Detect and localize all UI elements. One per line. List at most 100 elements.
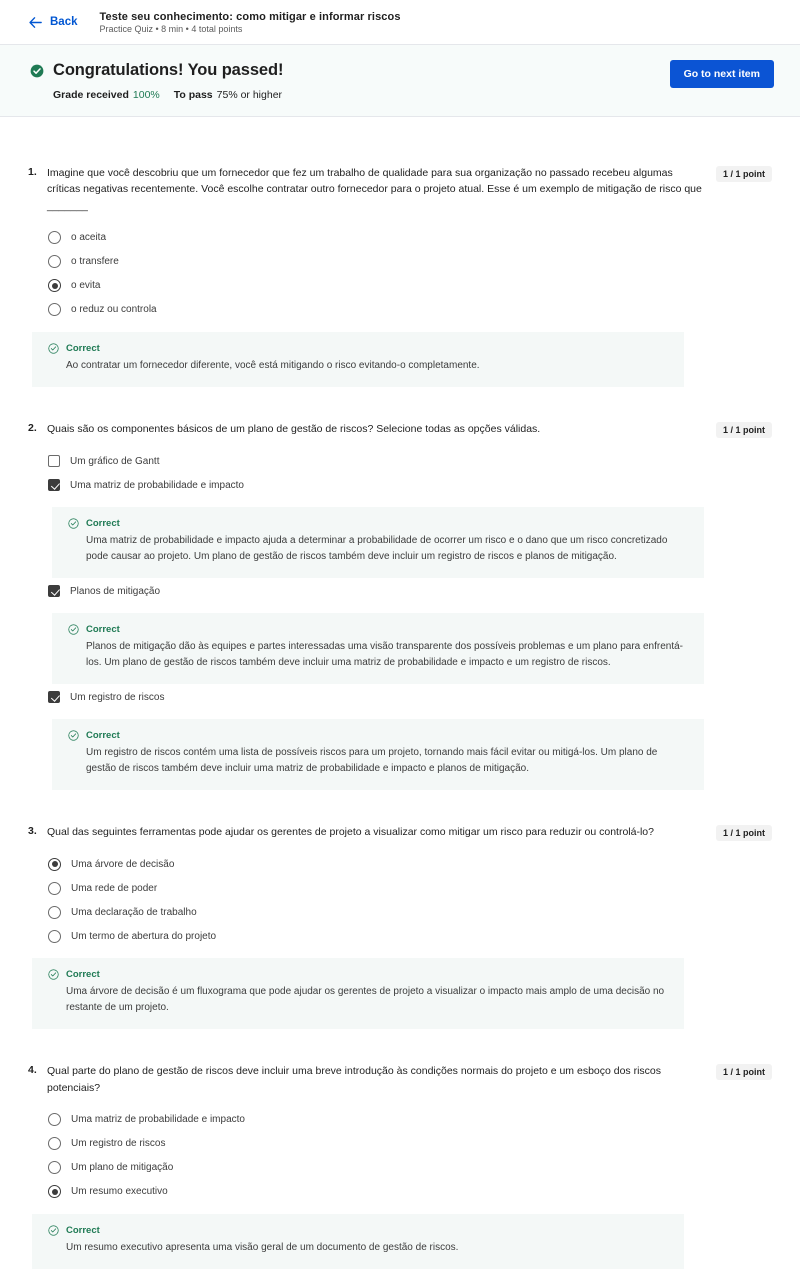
answer-option-label: Um resumo executivo (71, 1186, 168, 1198)
question-number: 1. (28, 166, 37, 178)
radio-button[interactable] (48, 881, 61, 895)
question-text: Imagine que você descobriu que um fornec… (47, 167, 702, 212)
answer-option[interactable]: Um gráfico de Gantt (48, 450, 772, 472)
feedback-title: Correct (86, 518, 120, 530)
feedback-title: Correct (66, 969, 100, 981)
checkbox[interactable] (48, 479, 60, 492)
answer-option-label: Um termo de abertura do projeto (71, 930, 217, 942)
correct-check-circle-icon (48, 969, 59, 980)
answer-option[interactable]: Um termo de abertura do projeto (48, 925, 772, 947)
answer-option[interactable]: Um resumo executivo (48, 1181, 772, 1203)
radio-button[interactable] (48, 929, 61, 943)
answer-option[interactable]: o evita (48, 275, 772, 297)
answer-option[interactable]: Uma matriz de probabilidade e impacto (48, 474, 772, 496)
radio-button[interactable] (48, 303, 61, 317)
radio-button[interactable] (48, 905, 61, 919)
answer-option-label: Uma matriz de probabilidade e impacto (70, 479, 244, 491)
answer-option-label: Planos de mitigação (70, 585, 161, 597)
answer-option[interactable]: o reduz ou controla (48, 299, 772, 321)
checkbox[interactable] (48, 691, 60, 704)
feedback-box: Correct Um resumo executivo apresenta uma… (32, 1213, 684, 1269)
answer-option[interactable]: Um plano de mitigação (48, 1157, 772, 1179)
radio-button[interactable] (48, 279, 61, 293)
correct-check-circle-icon (68, 730, 79, 741)
result-headline-row: Congratulations! You passed! (30, 61, 283, 80)
success-check-circle-icon (30, 64, 44, 77)
option-block: o evita (48, 275, 772, 297)
feedback-title: Correct (66, 342, 100, 354)
radio-button[interactable] (48, 231, 61, 245)
quiz-title-block: Teste seu conhecimento: como mitigar e i… (100, 11, 401, 34)
option-block: Um gráfico de Gantt (48, 450, 772, 472)
question-header: 2. Quais são os componentes básicos de um… (28, 421, 772, 437)
answer-option-label: Um gráfico de Gantt (70, 455, 160, 467)
answer-option[interactable]: Uma declaração de trabalho (48, 901, 772, 923)
correct-check-circle-icon (48, 1225, 59, 1236)
feedback-body: Planos de mitigação dão às equipes e par… (86, 641, 684, 669)
answer-option[interactable]: o transfere (48, 251, 772, 273)
points-value: 1 / 1 point (722, 1067, 765, 1078)
option-block: Uma matriz de probabilidade e impacto (48, 1109, 772, 1131)
question-text: Quais são os componentes básicos de um p… (47, 422, 541, 435)
feedback-body: Um resumo executivo apresenta uma visão … (66, 1241, 459, 1253)
page-title: Teste seu conhecimento: como mitigar e i… (99, 10, 401, 23)
feedback-title: Correct (86, 730, 120, 742)
question-text: Qual das seguintes ferramentas pode ajud… (47, 826, 654, 839)
question-number: 3. (28, 825, 37, 838)
points-badge: 1 / 1 point (715, 166, 772, 182)
answer-options-list: o aceita o transfere o evita o reduz ou con… (48, 227, 772, 321)
radio-button[interactable] (48, 1185, 61, 1199)
question-number: 2. (28, 421, 37, 434)
option-block: Uma árvore de decisão (48, 853, 772, 875)
question-block: 1 / 1 point 4. Qual parte do plano de gest… (0, 1063, 800, 1269)
back-button[interactable]: Back (28, 15, 78, 30)
feedback-body: Ao contratar um fornecedor diferente, vo… (66, 359, 480, 371)
option-block: Um registro de riscos Correct Um registro … (48, 686, 772, 791)
question-block: 1 / 1 point 1. Imagine que você descobriu … (0, 165, 800, 387)
answer-options-list: Uma matriz de probabilidade e impacto Um … (48, 1109, 772, 1203)
radio-button[interactable] (48, 857, 61, 871)
radio-button[interactable] (48, 1113, 61, 1127)
answer-option[interactable]: Uma árvore de decisão (48, 853, 772, 875)
grade-received-label: Grade received (53, 89, 129, 101)
answer-option[interactable]: Um registro de riscos (48, 686, 772, 708)
checkbox[interactable] (48, 585, 60, 598)
checkbox[interactable] (48, 455, 60, 468)
answer-option-label: Uma árvore de decisão (71, 858, 175, 870)
question-header: 1. Imagine que você descobriu que um forn… (28, 165, 772, 214)
answer-option[interactable]: o aceita (48, 227, 772, 249)
option-block: Uma declaração de trabalho (48, 901, 772, 923)
answer-option-label: Um plano de mitigação (71, 1162, 174, 1174)
correct-check-circle-icon (68, 624, 79, 635)
feedback-header: Correct (48, 1225, 668, 1236)
question-header: 3. Qual das seguintes ferramentas pode aj… (28, 824, 772, 840)
points-badge: 1 / 1 point (715, 825, 772, 842)
feedback-header: Correct (68, 730, 688, 741)
points-badge: 1 / 1 point (715, 1064, 772, 1081)
radio-button[interactable] (48, 1161, 61, 1175)
answer-option[interactable]: Uma matriz de probabilidade e impacto (48, 1109, 772, 1131)
feedback-header: Correct (48, 343, 668, 354)
go-to-next-item-button[interactable]: Go to next item (669, 60, 774, 88)
option-block: Um resumo executivo (48, 1181, 772, 1203)
feedback-box: Correct Um registro de riscos contém uma … (52, 719, 704, 791)
feedback-title: Correct (86, 624, 120, 636)
back-arrow-icon (29, 16, 42, 28)
feedback-header: Correct (68, 518, 688, 529)
correct-check-circle-icon (48, 343, 59, 354)
answer-option-label: o reduz ou controla (71, 304, 157, 316)
option-block: o reduz ou controla (48, 299, 772, 321)
radio-button[interactable] (48, 1137, 61, 1151)
answer-option[interactable]: Planos de mitigação (48, 580, 772, 602)
answer-option[interactable]: Um registro de riscos (48, 1133, 772, 1155)
option-block: o aceita (48, 227, 772, 249)
option-block: Planos de mitigação Correct Planos de miti… (48, 580, 772, 685)
grade-received-value: 100% (132, 89, 160, 101)
to-pass-value: 75% or higher (216, 89, 283, 101)
quiz-meta: Practice Quiz • 8 min • 4 total points (99, 23, 243, 34)
radio-button[interactable] (48, 255, 61, 269)
answer-option-label: Uma matriz de probabilidade e impacto (71, 1114, 245, 1126)
feedback-box: Correct Ao contratar um fornecedor difere… (32, 331, 684, 387)
answer-option[interactable]: Uma rede de poder (48, 877, 772, 899)
feedback-body: Uma matriz de probabilidade e impacto aj… (86, 535, 668, 563)
